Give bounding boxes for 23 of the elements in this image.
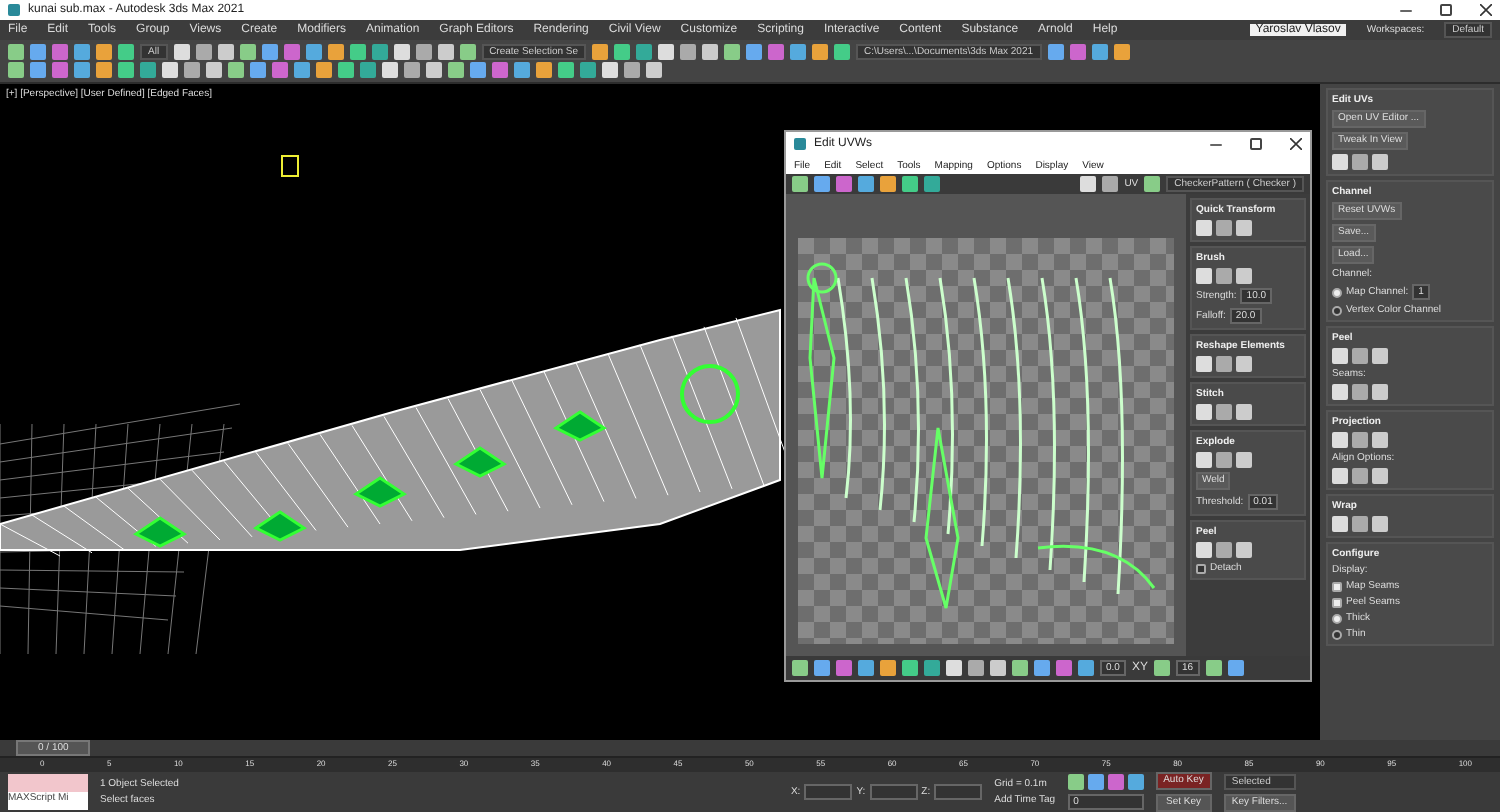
radio-button[interactable] — [1332, 629, 1342, 639]
coordinate-field[interactable] — [804, 784, 853, 800]
restore-icon[interactable] — [1440, 4, 1452, 16]
maximize-icon[interactable] — [1250, 138, 1262, 150]
radio-button[interactable] — [1332, 287, 1342, 297]
tool-icon[interactable] — [1153, 660, 1170, 676]
box-drawing — [281, 155, 299, 177]
minimize-icon[interactable] — [1210, 143, 1222, 145]
minimize-icon[interactable] — [1400, 9, 1412, 11]
close-icon[interactable] — [1480, 4, 1492, 16]
app-icon — [8, 4, 20, 16]
radio-button[interactable] — [1332, 613, 1342, 623]
checkbox[interactable] — [1332, 581, 1342, 591]
coordinate-field[interactable] — [869, 784, 918, 800]
radio-button[interactable] — [1332, 305, 1342, 315]
checker-texture[interactable] — [798, 238, 1174, 644]
app-icon — [794, 138, 806, 150]
tool-icon[interactable] — [1144, 176, 1161, 192]
close-icon[interactable] — [1290, 138, 1302, 150]
checkbox[interactable] — [1332, 597, 1342, 607]
checkbox[interactable] — [1196, 563, 1206, 573]
coordinate-field[interactable] — [934, 784, 983, 800]
script-input[interactable] — [8, 774, 88, 792]
